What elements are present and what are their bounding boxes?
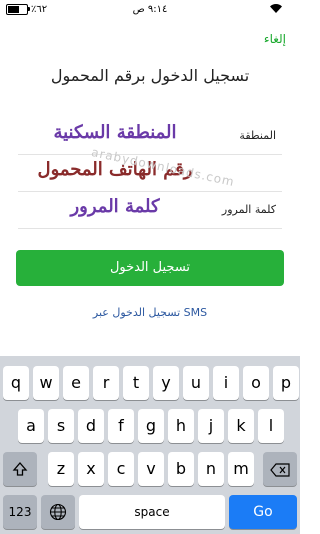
key-g[interactable]: g <box>138 409 164 443</box>
region-row[interactable]: المنطقة المنطقة السكنية <box>18 118 282 155</box>
key-w[interactable]: w <box>33 366 59 400</box>
password-label: كلمة المرور <box>221 203 276 216</box>
globe-key[interactable] <box>41 495 75 529</box>
page-title: تسجيل الدخول برقم المحمول <box>50 66 250 85</box>
backspace-icon <box>270 463 290 477</box>
sms-login-link[interactable]: تسجيل الدخول عبر SMS <box>0 306 300 319</box>
status-bar: ٪٦٢ ٩:١٤ ص <box>0 0 300 22</box>
key-p[interactable]: p <box>273 366 299 400</box>
backspace-key[interactable] <box>263 452 297 486</box>
key-e[interactable]: e <box>63 366 89 400</box>
shift-key[interactable] <box>3 452 37 486</box>
key-k[interactable]: k <box>228 409 254 443</box>
key-j[interactable]: j <box>198 409 224 443</box>
go-key[interactable]: Go <box>229 495 297 529</box>
key-s[interactable]: s <box>48 409 74 443</box>
key-r[interactable]: r <box>93 366 119 400</box>
key-y[interactable]: y <box>153 366 179 400</box>
key-d[interactable]: d <box>78 409 104 443</box>
key-l[interactable]: l <box>258 409 284 443</box>
key-o[interactable]: o <box>243 366 269 400</box>
key-q[interactable]: q <box>3 366 29 400</box>
key-h[interactable]: h <box>168 409 194 443</box>
region-label: المنطقة <box>239 129 276 142</box>
key-z[interactable]: z <box>48 452 74 486</box>
key-c[interactable]: c <box>108 452 134 486</box>
key-m[interactable]: m <box>228 452 254 486</box>
key-b[interactable]: b <box>168 452 194 486</box>
key-t[interactable]: t <box>123 366 149 400</box>
key-a[interactable]: a <box>18 409 44 443</box>
key-u[interactable]: u <box>183 366 209 400</box>
region-value[interactable]: المنطقة السكنية <box>18 122 212 143</box>
login-button[interactable]: تسجيل الدخول <box>16 250 284 286</box>
wifi-icon <box>270 4 282 13</box>
shift-icon <box>12 462 28 476</box>
numbers-key[interactable]: 123 <box>3 495 37 529</box>
keyboard: q w e r t y u i o p a s d f g h j k l z x c v b n m 123 space Go <box>0 356 300 534</box>
password-row[interactable]: كلمة المرور كلمة المرور <box>18 192 282 229</box>
login-form: المنطقة المنطقة السكنية رقم الهاتف المحم… <box>18 118 282 229</box>
key-f[interactable]: f <box>108 409 134 443</box>
cancel-button[interactable]: إلغاء <box>264 32 286 46</box>
key-n[interactable]: n <box>198 452 224 486</box>
key-x[interactable]: x <box>78 452 104 486</box>
key-v[interactable]: v <box>138 452 164 486</box>
space-key[interactable]: space <box>79 495 225 529</box>
globe-icon <box>49 503 67 521</box>
key-i[interactable]: i <box>213 366 239 400</box>
password-field[interactable]: كلمة المرور <box>18 196 212 217</box>
status-time: ٩:١٤ ص <box>132 4 168 15</box>
